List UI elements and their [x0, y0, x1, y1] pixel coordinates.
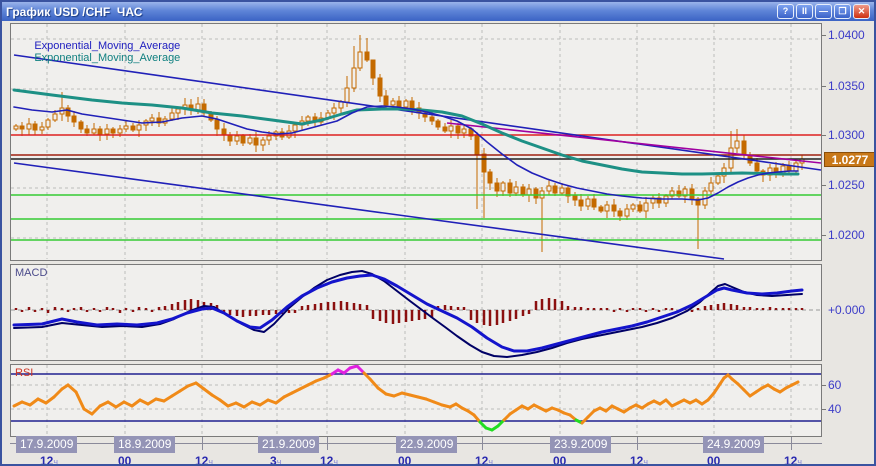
time-label: 12ч — [40, 454, 58, 466]
time-axis-tick — [327, 437, 328, 450]
ema-legend-1: Exponential_Moving_Average — [34, 40, 180, 52]
axis-tick — [822, 385, 826, 386]
current-price-badge: 1.0277 — [824, 152, 876, 167]
axis-tick — [822, 409, 826, 410]
minimize-button[interactable]: — — [815, 4, 832, 19]
title-bar[interactable]: График USD /CHF ЧАС ?II—❒✕ — [2, 2, 874, 21]
maximize-button[interactable]: ❒ — [834, 4, 851, 19]
time-label: 00 — [553, 454, 566, 466]
time-axis: 17.9.2009 18.9.2009 21.9.2009 22.9.2009 23.9… — [2, 436, 876, 466]
time-label: 12ч — [475, 454, 493, 466]
time-label: 12ч — [630, 454, 648, 466]
date-badge: 18.9.2009 — [114, 436, 175, 453]
macd-label: MACD — [15, 267, 47, 279]
time-label: 12ч — [320, 454, 338, 466]
axis-tick — [822, 235, 826, 236]
rsi-canvas[interactable] — [11, 365, 821, 436]
rsi-axis-label: 40 — [828, 402, 841, 416]
help-button[interactable]: ? — [777, 4, 794, 19]
time-label: 00 — [398, 454, 411, 466]
price-axis-label: 1.0300 — [828, 128, 865, 142]
close-button[interactable]: ✕ — [853, 4, 870, 19]
time-label: 00 — [118, 454, 131, 466]
axis-tick — [822, 35, 826, 36]
window-buttons: ?II—❒✕ — [777, 4, 870, 19]
rsi-panel[interactable]: RSI — [10, 364, 822, 437]
date-badge: 17.9.2009 — [16, 436, 77, 453]
price-axis-label: 1.0200 — [828, 228, 865, 242]
ema-legend-2: Exponential_Moving_Average — [34, 52, 180, 64]
date-badge: 24.9.2009 — [703, 436, 764, 453]
price-chart-panel[interactable]: Exponential_Moving_Average Exponential_M… — [10, 23, 822, 261]
time-axis-tick — [637, 437, 638, 450]
axis-tick — [822, 86, 826, 87]
axis-tick — [822, 135, 826, 136]
time-axis-tick — [202, 437, 203, 450]
time-label: 3ч — [270, 454, 281, 466]
time-label: 12ч — [784, 454, 802, 466]
time-label: 12ч — [195, 454, 213, 466]
indicator-legend: Exponential_Moving_Average Exponential_M… — [16, 28, 183, 76]
rsi-axis-label: 60 — [828, 378, 841, 392]
price-axis-label: 1.0350 — [828, 79, 865, 93]
window-title: График USD /CHF ЧАС — [6, 5, 142, 19]
macd-canvas[interactable] — [11, 265, 821, 360]
time-axis-tick — [791, 437, 792, 450]
date-badge: 22.9.2009 — [396, 436, 457, 453]
time-axis-tick — [482, 437, 483, 450]
price-axis-label: 1.0400 — [828, 28, 865, 42]
macd-zero-label: +0.000 — [828, 303, 865, 317]
pause-button[interactable]: II — [796, 4, 813, 19]
date-badge: 21.9.2009 — [258, 436, 319, 453]
macd-panel[interactable]: MACD — [10, 264, 822, 361]
axis-tick — [822, 185, 826, 186]
date-badge: 23.9.2009 — [550, 436, 611, 453]
app-window: График USD /CHF ЧАС ?II—❒✕ Exponential_M… — [0, 0, 876, 466]
rsi-label: RSI — [15, 367, 33, 379]
price-axis-label: 1.0250 — [828, 178, 865, 192]
time-label: 00 — [707, 454, 720, 466]
